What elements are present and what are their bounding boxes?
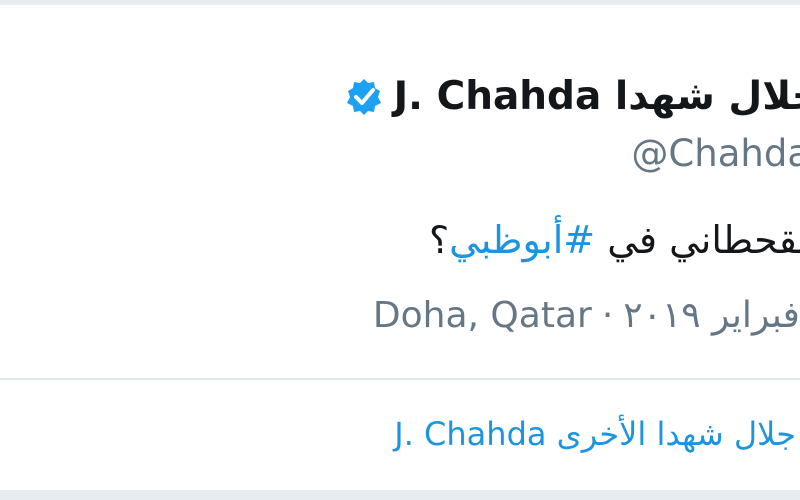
tweet-text-before: القحطاني في	[595, 218, 800, 262]
tweet-text-after: ؟	[428, 218, 450, 262]
tweet-meta: Doha, Qatar · ١٢ فبراير ٢٠١٩	[373, 295, 800, 336]
bottom-divider	[0, 490, 800, 500]
author-display-name[interactable]: J. Chahda جلال شهدا	[394, 74, 800, 119]
tweet-date[interactable]: ١٢ فبراير ٢٠١٩	[623, 295, 800, 336]
hashtag-link[interactable]: #أبوظبي	[449, 218, 595, 262]
tweet-card: J. Chahda جلال شهدا @Chahda القحطاني في …	[0, 0, 800, 500]
top-divider	[0, 0, 800, 5]
meta-separator: ·	[601, 295, 614, 336]
more-tweets-link[interactable]: J. Chahda جلال شهدا الأخرى	[394, 415, 796, 453]
author-row[interactable]: J. Chahda جلال شهدا	[344, 66, 800, 126]
section-divider	[0, 378, 800, 380]
tweet-location: Doha, Qatar	[372, 295, 592, 336]
author-handle[interactable]: @Chahda	[631, 132, 800, 175]
tweet-text: القحطاني في #أبوظبي؟	[429, 218, 800, 262]
verified-badge-icon	[344, 76, 384, 116]
